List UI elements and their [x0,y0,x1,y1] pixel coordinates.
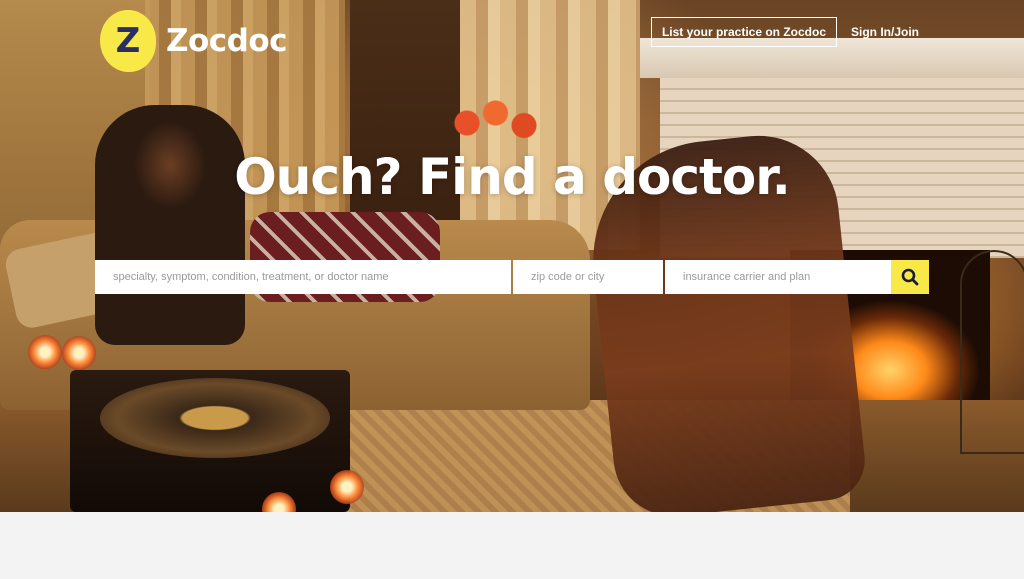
flowers [448,98,543,148]
insurance-field[interactable] [665,260,891,294]
vinyl-record [100,378,330,458]
search-button[interactable] [891,260,929,294]
candle [330,470,364,504]
location-field[interactable] [513,260,663,294]
list-practice-button[interactable]: List your practice on Zocdoc [650,17,837,47]
zip-input[interactable] [529,270,663,284]
search-bar [95,260,929,294]
hero-headline-wrap: Ouch? Find a doctor. [0,148,1024,206]
logo[interactable]: Z Zocdoc [100,10,288,72]
zocdoc-logo-icon: Z [100,10,156,72]
candle [28,335,62,369]
header-nav: List your practice on Zocdoc Sign In/Joi… [650,17,919,47]
page-title: Ouch? Find a doctor. [234,148,791,206]
sign-in-link[interactable]: Sign In/Join [851,25,919,39]
specialty-field[interactable] [95,260,511,294]
candle [62,336,96,370]
specialty-input[interactable] [111,270,511,284]
logo-wordmark: Zocdoc [166,23,288,59]
page-content-area [0,512,1024,579]
fireplace-screen [960,250,1024,454]
hero-background [0,0,1024,512]
seated-person [95,105,245,345]
search-icon [901,268,919,286]
insurance-input[interactable] [681,270,891,284]
